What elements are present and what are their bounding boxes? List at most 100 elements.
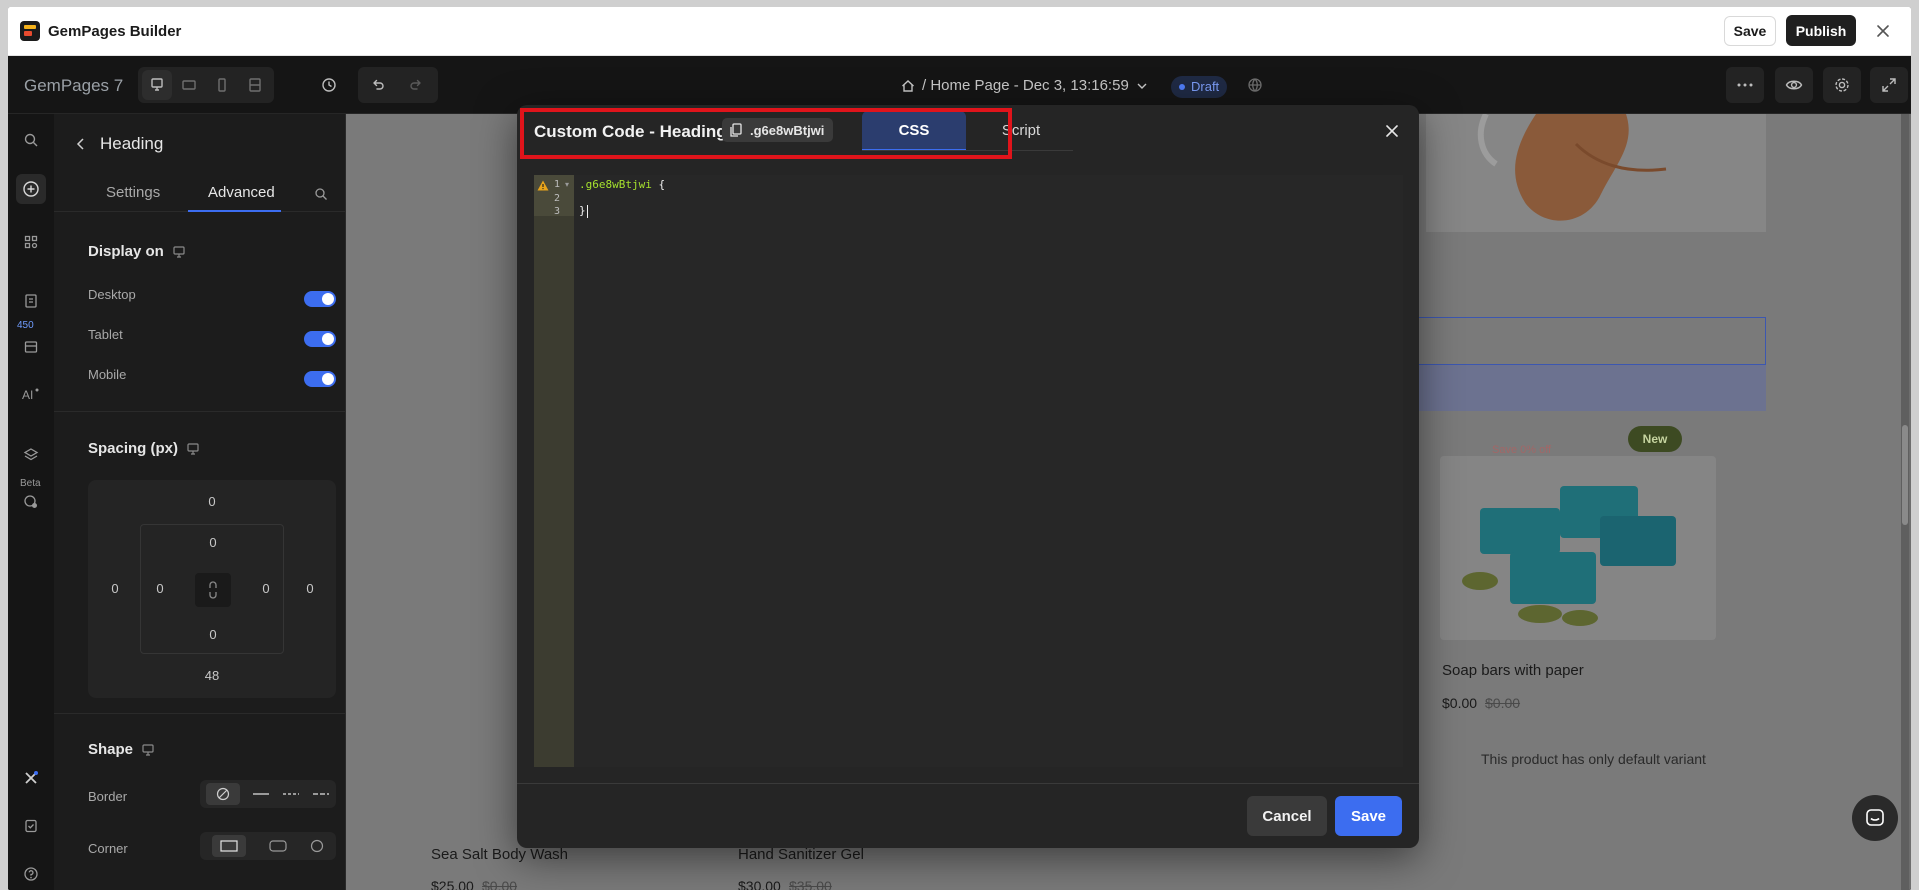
mobile-toggle[interactable] <box>304 371 336 387</box>
padding-bottom-input[interactable]: 0 <box>198 627 228 642</box>
product-name[interactable]: Soap bars with paper <box>1442 662 1584 679</box>
more-options-icon[interactable] <box>1726 67 1764 103</box>
page-title: / Home Page - Dec 3, 13:16:59 <box>922 77 1129 94</box>
desktop-icon[interactable] <box>142 70 172 100</box>
corner-square-icon[interactable] <box>211 835 246 857</box>
margin-top-input[interactable]: 0 <box>197 494 227 509</box>
add-element-icon[interactable] <box>16 174 46 204</box>
corner-rounded-icon[interactable] <box>269 840 287 852</box>
spacing-title: Spacing (px) <box>88 440 200 457</box>
laptop-icon[interactable] <box>174 70 204 100</box>
search-icon[interactable] <box>314 187 328 201</box>
search-icon[interactable] <box>16 125 46 155</box>
history-icon[interactable] <box>314 70 344 100</box>
analytics-icon[interactable] <box>16 487 46 517</box>
text-cursor <box>586 204 588 218</box>
padding-right-input[interactable]: 0 <box>251 581 281 596</box>
margin-bottom-input[interactable]: 48 <box>197 668 227 683</box>
product-image <box>1426 114 1766 232</box>
code-line: } <box>579 204 588 218</box>
opening-brace: { <box>658 178 666 191</box>
count-badge: 450 <box>17 320 34 331</box>
status-badge: Draft <box>1171 76 1228 98</box>
home-icon <box>902 79 914 92</box>
line-number: 2 <box>554 193 561 204</box>
variant-note: This product has only default variant <box>1481 751 1706 767</box>
close-icon[interactable] <box>1872 20 1894 42</box>
padding-left-input[interactable]: 0 <box>145 581 175 596</box>
desktop-toggle[interactable] <box>304 291 336 307</box>
preview-eye-icon[interactable] <box>1775 67 1813 103</box>
cancel-button[interactable]: Cancel <box>1247 796 1327 836</box>
save-button[interactable]: Save <box>1724 16 1776 46</box>
pages-icon[interactable] <box>16 286 46 316</box>
tab-advanced[interactable]: Advanced <box>208 184 275 201</box>
breadcrumb[interactable]: / Home Page - Dec 3, 13:16:59 <box>900 77 1149 94</box>
panel-tabs: Settings Advanced <box>54 174 346 212</box>
redo-icon[interactable] <box>401 70 431 100</box>
app-window: GemPages Builder Save Publish GemPages 7 <box>8 7 1911 890</box>
chevron-left-icon[interactable] <box>76 137 86 151</box>
shape-title: Shape <box>88 741 155 758</box>
fold-arrow-icon[interactable]: ▾ <box>565 180 569 189</box>
layers-icon[interactable] <box>16 440 46 470</box>
modal-footer: Cancel Save <box>517 783 1419 848</box>
chat-icon[interactable] <box>1852 795 1898 841</box>
padding-box: 0 0 0 0 <box>140 524 284 654</box>
mobile-label: Mobile <box>88 367 127 382</box>
mobile-icon[interactable] <box>207 70 237 100</box>
checklist-icon[interactable] <box>16 811 46 841</box>
product-name[interactable]: Hand Sanitizer Gel <box>738 846 864 863</box>
scrollbar-thumb[interactable] <box>1902 425 1908 525</box>
border-none-icon[interactable] <box>206 783 240 805</box>
border-style-selector <box>200 780 336 808</box>
line-gutter: 1 ▾ 2 3 <box>534 175 574 767</box>
desktop-icon <box>173 245 185 258</box>
layout-icon[interactable] <box>240 70 270 100</box>
divider <box>54 411 346 412</box>
apps-icon[interactable] <box>16 227 46 257</box>
border-label: Border <box>88 789 128 804</box>
app-title: GemPages Builder <box>48 23 182 40</box>
brand-label: GemPages 7 <box>24 76 124 95</box>
corner-style-selector <box>200 832 336 860</box>
code-editor[interactable]: 1 ▾ 2 3 .g6e8wBtjwi { } <box>534 175 1403 767</box>
custom-code-modal: Custom Code - Heading .g6e8wBtjwi CSS Sc… <box>517 105 1419 848</box>
corner-circle-icon[interactable] <box>310 839 324 853</box>
left-icon-rail: 450 AI Beta <box>8 114 54 890</box>
soap-product-image[interactable] <box>1440 456 1716 640</box>
product-name[interactable]: Sea Salt Body Wash <box>431 846 568 863</box>
product-compare-price: $0.00 <box>482 878 518 890</box>
undo-icon[interactable] <box>363 70 393 100</box>
publish-button[interactable]: Publish <box>1786 15 1856 46</box>
display-on-title: Display on <box>88 243 186 260</box>
closing-brace: } <box>579 204 586 217</box>
border-dashed-icon[interactable] <box>282 792 300 796</box>
code-line: .g6e8wBtjwi { <box>579 178 665 191</box>
margin-right-input[interactable]: 0 <box>295 581 325 596</box>
close-icon[interactable] <box>1383 122 1401 140</box>
border-dotted-icon[interactable] <box>312 792 330 796</box>
globe-icon[interactable] <box>1240 70 1270 100</box>
help-icon[interactable] <box>16 859 46 889</box>
warning-icon <box>537 180 549 191</box>
sale-text: Save 0% off <box>1492 444 1552 456</box>
desktop-label: Desktop <box>88 287 136 302</box>
tablet-toggle[interactable] <box>304 331 336 347</box>
title-bar: GemPages Builder Save Publish <box>8 7 1911 56</box>
highlight-annotation <box>520 108 1012 159</box>
gear-icon[interactable] <box>1823 67 1861 103</box>
svg-text:AI: AI <box>22 388 33 402</box>
padding-top-input[interactable]: 0 <box>198 535 228 550</box>
tablet-label: Tablet <box>88 327 123 342</box>
fullscreen-icon[interactable] <box>1870 67 1908 103</box>
integration-icon[interactable] <box>16 763 46 793</box>
link-spacing-icon[interactable] <box>195 573 231 607</box>
save-code-button[interactable]: Save <box>1335 796 1402 836</box>
library-icon[interactable] <box>16 332 46 362</box>
border-solid-icon[interactable] <box>252 792 270 796</box>
tab-settings[interactable]: Settings <box>106 184 160 201</box>
margin-left-input[interactable]: 0 <box>100 581 130 596</box>
ai-icon[interactable]: AI <box>16 379 46 409</box>
product-compare-price: $35.00 <box>789 878 832 890</box>
